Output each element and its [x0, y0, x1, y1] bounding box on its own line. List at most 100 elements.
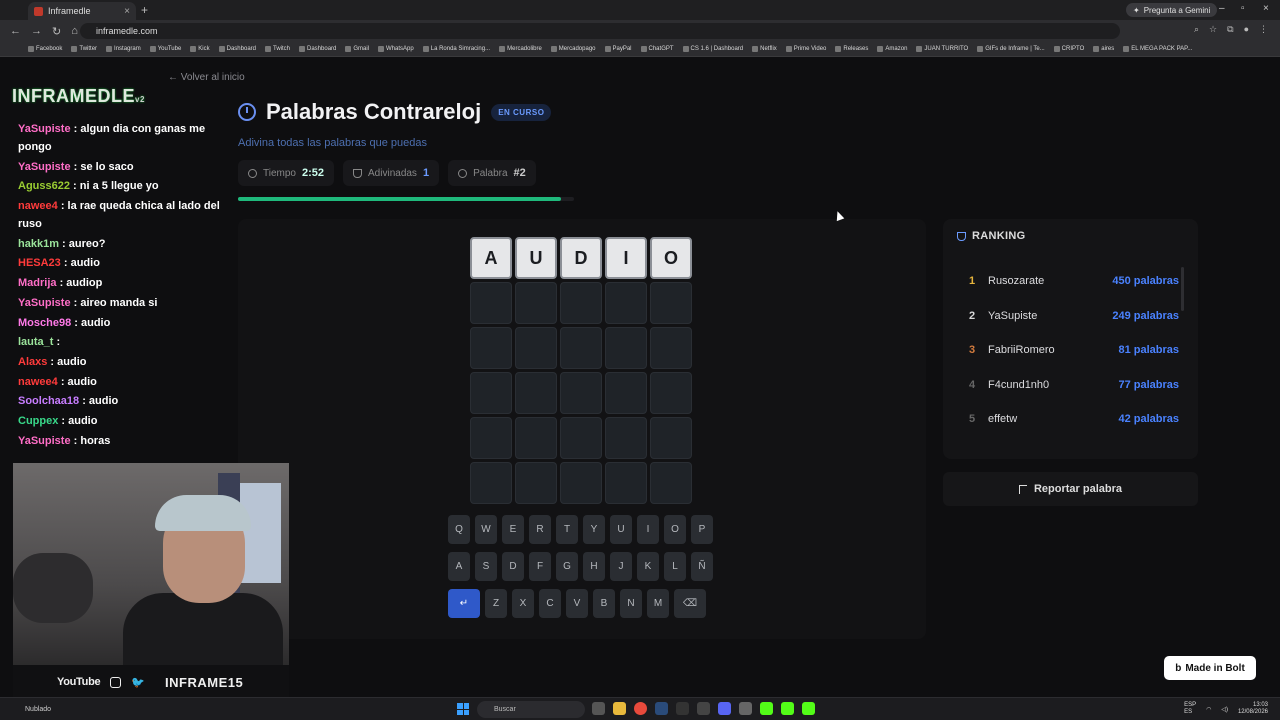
close-tab-icon[interactable]: × [124, 6, 130, 17]
bookmark-item[interactable]: Mercadolibre [499, 46, 542, 52]
wifi-icon[interactable]: ◠ [1206, 706, 1211, 713]
minimize-icon[interactable]: – [1219, 3, 1225, 14]
obs-icon[interactable] [676, 702, 689, 715]
profile-icon[interactable]: ● [1244, 24, 1249, 35]
maximize-icon[interactable]: ▫ [1241, 3, 1245, 14]
key-v[interactable]: V [566, 589, 588, 618]
app-icon-2[interactable] [739, 702, 752, 715]
bookmark-item[interactable]: WhatsApp [378, 46, 414, 52]
bookmark-item[interactable]: Facebook [28, 46, 62, 52]
bookmark-item[interactable]: Gmail [345, 46, 369, 52]
grid-cell-empty [470, 417, 512, 459]
report-word-button[interactable]: Reportar palabra [943, 472, 1198, 506]
key-h[interactable]: H [583, 552, 605, 581]
back-icon[interactable]: ← [10, 25, 21, 37]
key-g[interactable]: G [556, 552, 578, 581]
forward-icon[interactable]: → [31, 25, 42, 37]
key-q[interactable]: Q [448, 515, 470, 544]
key-t[interactable]: T [556, 515, 578, 544]
bookmark-item[interactable]: PayPal [604, 46, 632, 52]
bookmark-item[interactable]: Twitter [71, 46, 97, 52]
kick-icon[interactable] [760, 702, 773, 715]
zoom-icon[interactable]: ⌕ [1194, 24, 1199, 35]
back-link[interactable]: ← Volver al inicio [168, 72, 245, 83]
word-grid: AUDIO [470, 237, 692, 504]
key-o[interactable]: O [664, 515, 686, 544]
key-w[interactable]: W [475, 515, 497, 544]
bookmark-label: CRIPTO [1061, 46, 1085, 52]
bookmark-item[interactable]: Amazon [877, 46, 907, 52]
bookmark-item[interactable]: YouTube [149, 46, 181, 52]
key-l[interactable]: L [664, 552, 686, 581]
bookmark-item[interactable]: Prime Video [785, 46, 826, 52]
file-explorer-icon[interactable] [613, 702, 626, 715]
key-ñ[interactable]: Ñ [691, 552, 713, 581]
bookmark-item[interactable]: Twitch [265, 46, 290, 52]
url-input[interactable]: inframedle.com [80, 23, 1120, 39]
bookmark-item[interactable]: Releases [835, 46, 868, 52]
app-icon[interactable] [697, 702, 710, 715]
kick-icon-2[interactable] [781, 702, 794, 715]
key-p[interactable]: P [691, 515, 713, 544]
bookmark-item[interactable]: CRIPTO [1053, 46, 1085, 52]
key-d[interactable]: D [502, 552, 524, 581]
key-m[interactable]: M [647, 589, 669, 618]
close-window-icon[interactable]: × [1263, 3, 1269, 14]
key-b[interactable]: B [593, 589, 615, 618]
steam-icon[interactable] [655, 702, 668, 715]
bookmark-item[interactable]: EL MEGA PACK PAP... [1123, 46, 1192, 52]
ranking-list[interactable]: 1 Rusozarate 450 palabras 2 YaSupiste 249 pal… [957, 264, 1183, 437]
kick-icon-3[interactable] [802, 702, 815, 715]
chat-username: lauta_t [18, 336, 54, 349]
key-n[interactable]: N [620, 589, 642, 618]
bookmark-item[interactable]: Netflix [752, 46, 777, 52]
bookmark-item[interactable]: Mercadopago [550, 46, 596, 52]
key-c[interactable]: C [539, 589, 561, 618]
volume-icon[interactable]: ◁) [1221, 706, 1228, 713]
weather-widget[interactable]: Nublado [25, 706, 51, 713]
bookmark-favicon-icon [190, 46, 197, 52]
chat-text: : aireo manda si [73, 296, 158, 309]
made-in-bolt-button[interactable]: b Made in Bolt [1164, 656, 1256, 680]
enter-key[interactable]: ↵ [448, 589, 480, 618]
bookmark-item[interactable]: Instagram [106, 46, 141, 52]
key-y[interactable]: Y [583, 515, 605, 544]
key-s[interactable]: S [475, 552, 497, 581]
backspace-key[interactable]: ⌫ [674, 589, 706, 618]
bookmark-star-icon[interactable]: ☆ [1209, 24, 1217, 35]
browser-tab[interactable]: Inframedle × [28, 2, 136, 20]
key-k[interactable]: K [637, 552, 659, 581]
bookmark-item[interactable]: GIFs de Inframe | Te... [977, 46, 1045, 52]
new-tab-icon[interactable]: + [141, 3, 148, 17]
ranking-scrollbar[interactable] [1181, 267, 1184, 311]
bookmark-item[interactable]: Dashboard [218, 46, 256, 52]
key-z[interactable]: Z [485, 589, 507, 618]
key-j[interactable]: J [610, 552, 632, 581]
reload-icon[interactable]: ↻ [52, 25, 61, 38]
key-i[interactable]: I [637, 515, 659, 544]
key-f[interactable]: F [529, 552, 551, 581]
key-r[interactable]: R [529, 515, 551, 544]
bookmark-item[interactable]: Kick [190, 46, 210, 52]
menu-icon[interactable]: ⋮ [1259, 24, 1268, 35]
chrome-icon[interactable] [634, 702, 647, 715]
key-u[interactable]: U [610, 515, 632, 544]
bookmark-item[interactable]: ChatGPT [640, 46, 674, 52]
bookmark-item[interactable]: CS 1.6 | Dashboard [682, 46, 743, 52]
task-view-icon[interactable] [592, 702, 605, 715]
language-indicator[interactable]: ESP ES [1184, 702, 1196, 716]
clock[interactable]: 13:03 12/08/2026 [1238, 702, 1268, 716]
key-a[interactable]: A [448, 552, 470, 581]
discord-icon[interactable] [718, 702, 731, 715]
key-x[interactable]: X [512, 589, 534, 618]
bookmark-item[interactable]: JUAN TURRITO [916, 46, 968, 52]
gemini-button[interactable]: ✦ Pregunta a Gemini [1126, 3, 1218, 17]
key-e[interactable]: E [502, 515, 524, 544]
windows-start-icon[interactable] [457, 703, 469, 715]
taskbar-search[interactable]: Buscar [477, 701, 585, 718]
bookmark-item[interactable]: La Ronda Simracing... [422, 46, 490, 52]
bookmark-item[interactable]: Dashboard [299, 46, 336, 52]
extensions-icon[interactable]: ⧉ [1227, 24, 1233, 35]
bookmark-item[interactable]: aires [1093, 46, 1114, 52]
home-icon[interactable]: ⌂ [71, 25, 78, 37]
